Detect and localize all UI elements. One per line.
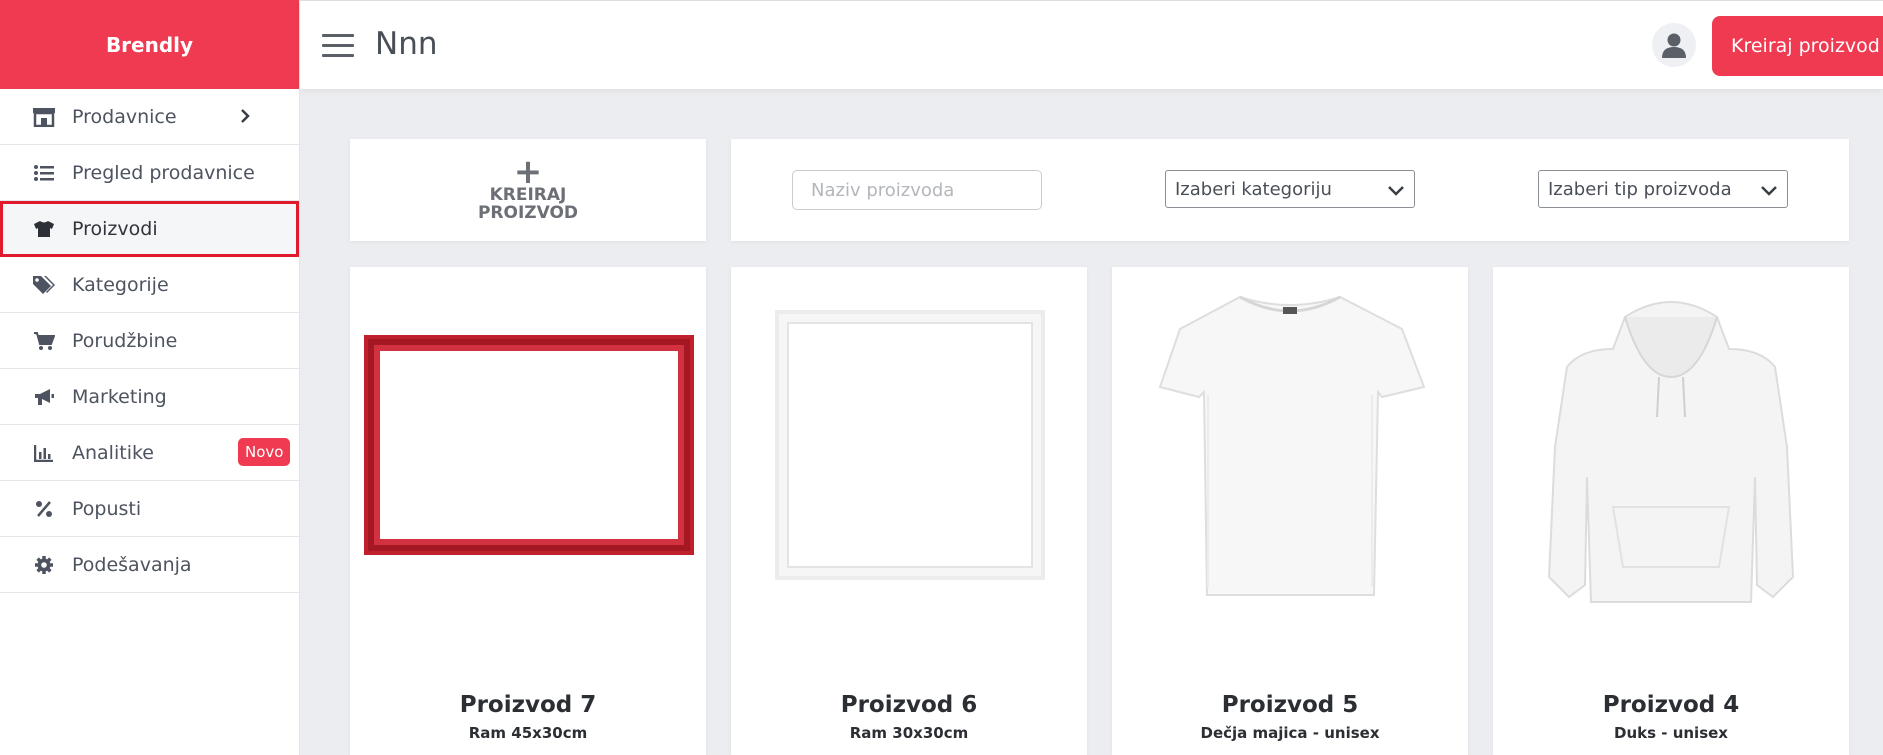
sidebar-item-podesavanja[interactable]: Podešavanja <box>0 537 299 593</box>
sidebar-item-label: Prodavnice <box>72 105 177 128</box>
sidebar: Brendly Prodavnice Pregled prodavnice Pr… <box>0 0 300 755</box>
sidebar-item-prodavnice[interactable]: Prodavnice <box>0 89 299 145</box>
product-name: Proizvod 6 <box>840 692 978 718</box>
sidebar-item-label: Kategorije <box>72 273 169 296</box>
sidebar-item-label: Marketing <box>72 385 167 408</box>
sidebar-item-analitike[interactable]: Analitike Novo <box>0 425 299 481</box>
tags-icon <box>30 275 58 295</box>
sidebar-item-label: Pregled prodavnice <box>72 161 255 184</box>
sidebar-item-pregled-prodavnice[interactable]: Pregled prodavnice <box>0 145 299 201</box>
product-card[interactable]: Proizvod 6 Ram 30x30cm <box>731 267 1087 755</box>
megaphone-icon <box>30 387 58 407</box>
chevron-down-icon <box>1760 181 1778 202</box>
product-description: Duks - unisex <box>1614 724 1728 742</box>
sidebar-item-label: Popusti <box>72 497 142 520</box>
tshirt-icon <box>30 219 58 239</box>
product-card[interactable]: Proizvod 4 Duks - unisex <box>1493 267 1849 755</box>
create-product-label: KREIRAJ PROIZVOD <box>477 185 579 223</box>
product-type-select-value: Izaberi tip proizvoda <box>1548 178 1732 200</box>
product-image-white-tshirt <box>1112 267 1468 667</box>
product-image-white-frame <box>731 267 1087 667</box>
plus-icon: + <box>513 152 543 192</box>
sidebar-item-porudzbine[interactable]: Porudžbine <box>0 313 299 369</box>
topbar: Nnn Kreiraj proizvod <box>300 0 1883 89</box>
sidebar-item-marketing[interactable]: Marketing <box>0 369 299 425</box>
sidebar-item-popusti[interactable]: Popusti <box>0 481 299 537</box>
cart-icon <box>30 331 58 351</box>
product-image-red-frame <box>350 267 706 667</box>
store-icon <box>30 107 58 127</box>
product-name-search-input[interactable] <box>792 170 1042 210</box>
category-select[interactable]: Izaberi kategoriju <box>1165 170 1415 208</box>
list-icon <box>30 163 58 183</box>
product-image-white-hoodie <box>1493 267 1849 667</box>
sidebar-item-kategorije[interactable]: Kategorije <box>0 257 299 313</box>
chevron-down-icon <box>1387 181 1405 202</box>
hamburger-menu-icon[interactable] <box>322 34 354 57</box>
brand-logo[interactable]: Brendly <box>0 0 299 89</box>
create-product-card[interactable]: + KREIRAJ PROIZVOD <box>350 139 706 241</box>
product-name: Proizvod 5 <box>1221 692 1359 718</box>
filter-bar: Izaberi kategoriju Izaberi tip proizvoda <box>731 139 1849 241</box>
sidebar-item-label: Proizvodi <box>72 218 158 240</box>
product-type-select[interactable]: Izaberi tip proizvoda <box>1538 170 1788 208</box>
product-card[interactable]: Proizvod 5 Dečja majica - unisex <box>1112 267 1468 755</box>
chart-icon <box>30 443 58 463</box>
product-name: Proizvod 7 <box>459 692 597 718</box>
page-title: Nnn <box>375 26 438 62</box>
create-product-button[interactable]: Kreiraj proizvod <box>1712 16 1883 76</box>
product-card[interactable]: Proizvod 7 Ram 45x30cm <box>350 267 706 755</box>
sidebar-item-label: Analitike <box>72 441 154 464</box>
sidebar-item-label: Podešavanja <box>72 553 192 576</box>
user-avatar-icon[interactable] <box>1652 23 1696 67</box>
product-description: Ram 45x30cm <box>468 724 588 742</box>
new-badge: Novo <box>238 438 291 466</box>
product-description: Dečja majica - unisex <box>1200 724 1380 742</box>
product-name: Proizvod 4 <box>1602 692 1740 718</box>
chevron-right-icon <box>240 107 250 129</box>
product-description: Ram 30x30cm <box>849 724 969 742</box>
percent-icon <box>30 499 58 519</box>
sidebar-item-proizvodi[interactable]: Proizvodi <box>0 201 299 257</box>
gear-icon <box>30 555 58 575</box>
category-select-value: Izaberi kategoriju <box>1175 178 1332 200</box>
sidebar-item-label: Porudžbine <box>72 329 178 352</box>
